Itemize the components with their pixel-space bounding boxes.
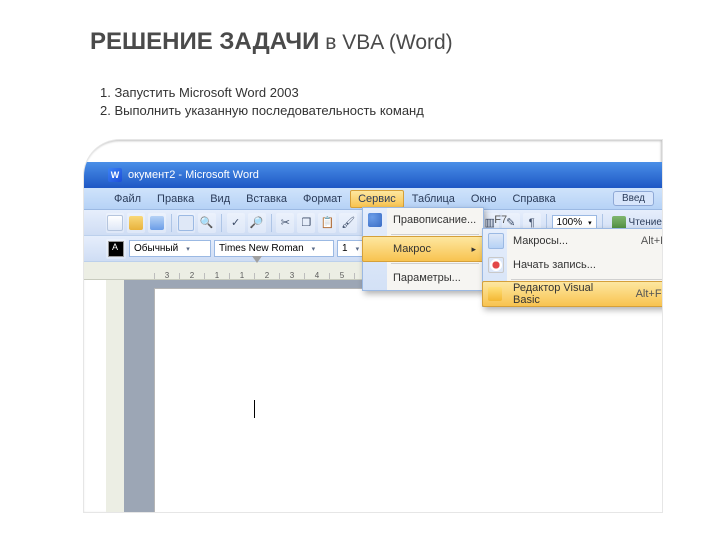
- format-painter-button[interactable]: 🖌: [339, 213, 357, 233]
- font-combo[interactable]: Times New Roman: [214, 240, 334, 257]
- style-combo[interactable]: Обычный: [129, 240, 211, 257]
- copy-button[interactable]: ❐: [297, 213, 315, 233]
- preview-button[interactable]: 🔍: [198, 213, 216, 233]
- ruler-indent-marker[interactable]: [252, 256, 262, 263]
- menu-view[interactable]: Вид: [202, 190, 238, 208]
- toolbar-separator: [271, 214, 272, 232]
- open-button[interactable]: [127, 213, 145, 233]
- print-button[interactable]: [177, 213, 195, 233]
- research-button[interactable]: 🔎: [248, 213, 266, 233]
- vertical-ruler[interactable]: [106, 280, 125, 512]
- tools-menu-dropdown: Правописание... F7 Макрос Параметры...: [362, 207, 484, 291]
- menu-item-label: Редактор Visual Basic: [513, 282, 618, 306]
- ruler-tick: 5: [329, 273, 354, 279]
- record-icon: [488, 257, 504, 273]
- menu-insert[interactable]: Вставка: [238, 190, 295, 208]
- reading-label: Чтение: [629, 217, 662, 228]
- menu-window[interactable]: Окно: [463, 190, 505, 208]
- ruler-tick: 1: [204, 273, 229, 279]
- save-button[interactable]: [148, 213, 166, 233]
- macro-submenu: Макросы... Alt+F8 Начать запись... Редак…: [482, 228, 662, 307]
- menu-item-label: Правописание...: [393, 214, 476, 226]
- slide-title: РЕШЕНИЕ ЗАДАЧИ в VBA (Word): [90, 28, 453, 56]
- menu-divider: [391, 263, 479, 264]
- instruction-1: 1. Запустить Microsoft Word 2003: [100, 84, 424, 102]
- window-title: окумент2 - Microsoft Word: [128, 169, 259, 181]
- menu-item-shortcut: Alt+F11: [618, 288, 662, 300]
- toolbar-separator: [221, 214, 222, 232]
- ruler-tick: 1: [229, 273, 254, 279]
- menu-divider: [511, 279, 662, 280]
- menu-tools[interactable]: Сервис: [350, 190, 404, 208]
- ruler-tick: 4: [304, 273, 329, 279]
- submenu-item-record[interactable]: Начать запись...: [483, 253, 662, 277]
- help-search-box[interactable]: Введ: [613, 191, 654, 206]
- menu-item-shortcut: Alt+F8: [623, 235, 662, 247]
- ruler-tick: 2: [179, 273, 204, 279]
- instructions: 1. Запустить Microsoft Word 2003 2. Выпо…: [100, 84, 424, 120]
- window-titlebar: W окумент2 - Microsoft Word: [84, 162, 662, 188]
- check-icon: [368, 213, 382, 227]
- menu-item-label: Начать запись...: [513, 259, 596, 271]
- menu-item-label: Макрос: [393, 243, 431, 255]
- title-bold: РЕШЕНИЕ ЗАДАЧИ: [90, 28, 319, 55]
- menu-format[interactable]: Формат: [295, 190, 350, 208]
- menu-item-spelling[interactable]: Правописание... F7: [363, 208, 483, 232]
- styles-button[interactable]: [106, 239, 126, 259]
- paste-button[interactable]: 📋: [318, 213, 336, 233]
- menu-item-options[interactable]: Параметры...: [363, 266, 483, 290]
- ruler-tick: 3: [154, 273, 179, 279]
- cut-button[interactable]: ✂: [276, 213, 294, 233]
- word-window: W окумент2 - Microsoft Word Файл Правка …: [84, 140, 662, 512]
- text-cursor: [254, 400, 255, 418]
- word-app-icon: W: [108, 168, 122, 182]
- toolbar-separator: [171, 214, 172, 232]
- spell-button[interactable]: ✓: [227, 213, 245, 233]
- vba-editor-icon: [488, 287, 502, 301]
- menu-divider: [391, 234, 479, 235]
- menu-file[interactable]: Файл: [106, 190, 149, 208]
- menu-item-shortcut: F7: [476, 214, 507, 226]
- new-doc-button[interactable]: [106, 213, 124, 233]
- menu-edit[interactable]: Правка: [149, 190, 202, 208]
- document-page[interactable]: [154, 288, 662, 512]
- menu-item-macro[interactable]: Макрос: [362, 236, 484, 262]
- menu-help[interactable]: Справка: [504, 190, 563, 208]
- submenu-item-macros[interactable]: Макросы... Alt+F8: [483, 229, 662, 253]
- menu-item-label: Макросы...: [513, 235, 568, 247]
- ruler-tick: 2: [254, 273, 279, 279]
- menu-table[interactable]: Таблица: [404, 190, 463, 208]
- submenu-item-vbe[interactable]: Редактор Visual Basic Alt+F11: [482, 281, 662, 307]
- menu-item-label: Параметры...: [393, 272, 461, 284]
- title-rest: в VBA (Word): [319, 31, 452, 54]
- instruction-2: 2. Выполнить указанную последовательност…: [100, 102, 424, 120]
- screenshot-frame: W окумент2 - Microsoft Word Файл Правка …: [84, 140, 662, 512]
- play-icon: [488, 233, 504, 249]
- ruler-tick: 3: [279, 273, 304, 279]
